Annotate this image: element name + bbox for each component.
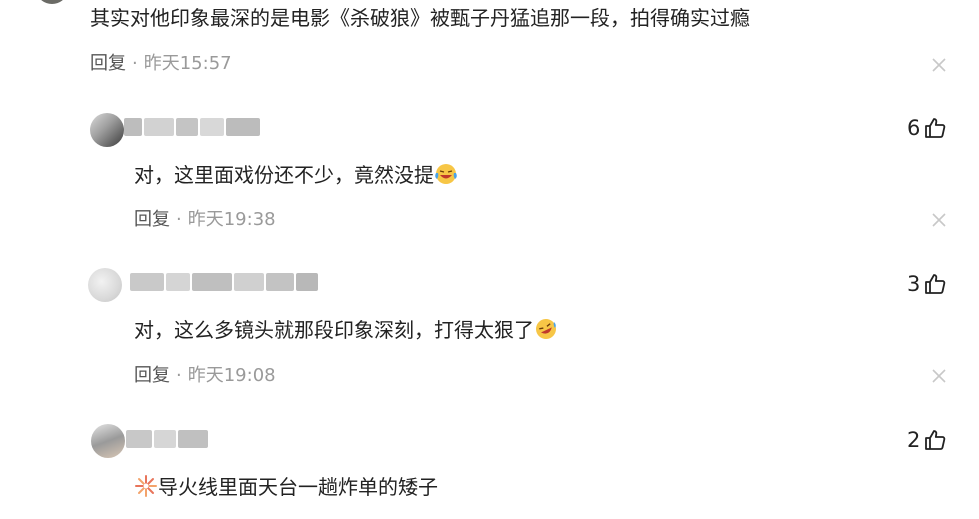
reply-button[interactable]: 回复 (134, 365, 170, 386)
thumbs-up-icon (925, 430, 946, 450)
comment-text: 导火线里面天台一趟炸单的矮子 (134, 474, 438, 499)
firework-emoji (135, 475, 157, 497)
avatar[interactable] (88, 268, 122, 302)
reply-button[interactable]: 回复 (90, 53, 126, 74)
laughing-crying-emoji (435, 164, 457, 184)
comment-meta: 回复 · 昨天19:08 (134, 365, 276, 387)
close-icon[interactable] (931, 212, 947, 228)
reply-button[interactable]: 回复 (134, 209, 170, 230)
separator: · (176, 365, 182, 386)
comment-meta: 回复 · 昨天19:38 (134, 209, 276, 231)
username-blurred[interactable] (126, 430, 208, 448)
avatar[interactable] (91, 424, 125, 458)
thumbs-up-icon (925, 274, 946, 294)
separator: · (176, 209, 182, 230)
comment-text: 对，这里面戏份还不少，竟然没提 (134, 162, 458, 187)
avatar[interactable] (38, 0, 66, 4)
avatar[interactable] (90, 113, 124, 147)
like-button[interactable]: 6 (907, 116, 947, 140)
comment-time: 昨天19:38 (187, 209, 276, 230)
comment-time: 昨天15:57 (143, 53, 232, 74)
like-button[interactable]: 2 (907, 428, 947, 452)
separator: · (132, 53, 138, 74)
comment-text-content: 对，这里面戏份还不少，竟然没提 (134, 163, 434, 187)
like-button[interactable]: 3 (907, 272, 947, 296)
username-blurred[interactable] (130, 273, 318, 291)
close-icon[interactable] (931, 368, 947, 384)
close-icon[interactable] (931, 57, 947, 73)
like-count: 3 (907, 272, 921, 296)
comment-time: 昨天19:08 (187, 365, 276, 386)
comment-text-content: 导火线里面天台一趟炸单的矮子 (158, 475, 438, 499)
comment-text: 其实对他印象最深的是电影《杀破狼》被甄子丹猛追那一段，拍得确实过瘾 (90, 6, 750, 30)
like-count: 2 (907, 428, 921, 452)
comment-text-content: 对，这么多镜头就那段印象深刻，打得太狠了 (134, 318, 534, 342)
comment-meta: 回复 · 昨天15:57 (90, 53, 232, 75)
thumbs-up-icon (925, 118, 946, 138)
comment-text: 对，这么多镜头就那段印象深刻，打得太狠了 (134, 317, 558, 342)
like-count: 6 (907, 116, 921, 140)
rofl-emoji (536, 319, 556, 339)
username-blurred[interactable] (124, 118, 260, 136)
